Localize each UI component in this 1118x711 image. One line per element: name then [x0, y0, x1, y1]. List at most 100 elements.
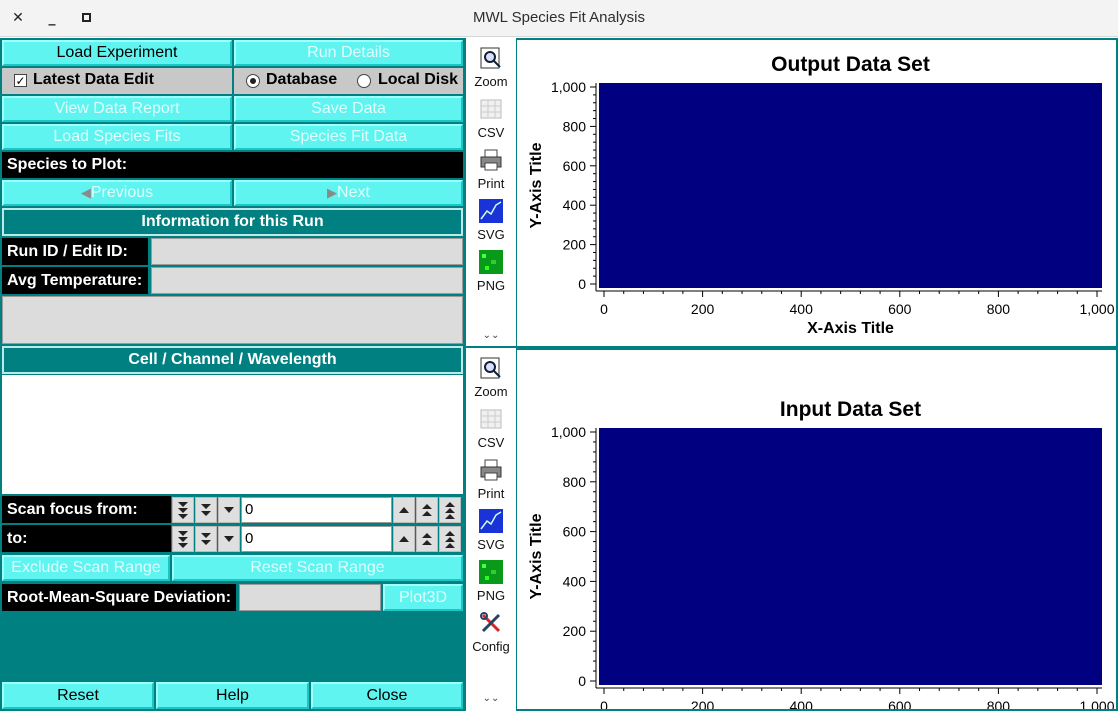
y-tick-label: 400 — [563, 197, 587, 213]
to-medium-decrease-button[interactable] — [195, 526, 217, 552]
chevron-down-icon[interactable]: ⌄⌄ — [466, 330, 516, 341]
config-icon — [480, 612, 501, 633]
print-tool[interactable]: Print — [466, 148, 516, 198]
plot-toolbar-bottom: Zoom CSV Print SVG PNG Config ⌄⌄ — [466, 348, 516, 711]
control-panel: Load Experiment Run Details ✓ Latest Dat… — [0, 38, 466, 711]
y-tick-label: 1,000 — [551, 424, 586, 440]
species-fit-data-button[interactable]: Species Fit Data — [234, 124, 463, 150]
png-tool[interactable]: PNG — [466, 560, 516, 610]
window-title: MWL Species Fit Analysis — [473, 9, 645, 26]
main-area: Load Experiment Run Details ✓ Latest Dat… — [0, 38, 1118, 711]
csv-tool[interactable]: CSV — [466, 407, 516, 457]
reset-scan-range-button[interactable]: Reset Scan Range — [172, 555, 463, 581]
cell-channel-list[interactable] — [2, 375, 463, 494]
scan-focus-from-input[interactable]: 0 — [241, 497, 392, 523]
plot-toolbar-top: Zoom CSV Print SVG PNG ⌄⌄ — [466, 38, 516, 346]
latest-data-edit-checkbox[interactable]: ✓ Latest Data Edit — [2, 68, 232, 94]
output-plot-panel: Output Data Set 0 200 400 600 800 1,000 0 200 400… — [517, 40, 1116, 346]
close-button[interactable]: Close — [311, 682, 463, 709]
to-fast-increase-button[interactable] — [439, 526, 461, 552]
load-experiment-button[interactable]: Load Experiment — [2, 40, 232, 66]
y-tick-label: 600 — [563, 524, 587, 540]
save-data-button[interactable]: Save Data — [234, 96, 463, 122]
exclude-scan-range-button[interactable]: Exclude Scan Range — [2, 555, 170, 581]
from-fast-increase-button[interactable] — [439, 497, 461, 523]
from-decrease-button[interactable] — [218, 497, 240, 523]
x-tick-label: 200 — [691, 698, 715, 709]
x-tick-label: 0 — [600, 301, 608, 317]
chart-title: Output Data Set — [771, 53, 930, 76]
y-tick-label: 0 — [578, 673, 586, 689]
plot3d-button[interactable]: Plot3D — [383, 584, 463, 611]
previous-label: Previous — [90, 184, 154, 201]
y-axis-title: Y-Axis Title — [528, 513, 545, 599]
reset-button[interactable]: Reset — [2, 682, 154, 709]
x-tick-label: 400 — [790, 698, 814, 709]
y-tick-label: 400 — [563, 573, 587, 589]
avg-temperature-field — [151, 267, 463, 294]
from-increase-button[interactable] — [393, 497, 415, 523]
to-medium-increase-button[interactable] — [416, 526, 438, 552]
scan-focus-to-input[interactable]: 0 — [241, 526, 392, 552]
scan-focus-from-label: Scan focus from: — [2, 496, 171, 523]
svg-tool[interactable]: SVG — [466, 199, 516, 249]
png-tool[interactable]: PNG — [466, 250, 516, 300]
species-to-plot-label: Species to Plot: — [2, 152, 463, 178]
y-tick-label: 0 — [578, 276, 586, 292]
to-fast-decrease-button[interactable] — [172, 526, 194, 552]
run-id-field — [151, 238, 463, 265]
zoom-icon — [480, 47, 501, 69]
database-radio[interactable] — [246, 74, 260, 88]
local-disk-radio[interactable] — [357, 74, 371, 88]
y-axis-title: Y-Axis Title — [528, 142, 545, 228]
input-plot-svg[interactable]: Input Data Set 0 200 400 600 800 1,000 0 200 400 6… — [517, 350, 1116, 711]
local-disk-label: Local Disk — [378, 71, 459, 88]
input-plot-panel: Input Data Set 0 200 400 600 800 1,000 0 200 400 6… — [517, 350, 1116, 711]
next-button[interactable]: ▶Next — [234, 180, 463, 206]
from-fast-decrease-button[interactable] — [172, 497, 194, 523]
triple-up-icon — [445, 502, 455, 519]
previous-button[interactable]: ◀Previous — [2, 180, 232, 206]
rmsd-label: Root-Mean-Square Deviation: — [2, 584, 236, 611]
printer-icon — [480, 459, 502, 481]
from-medium-increase-button[interactable] — [416, 497, 438, 523]
help-button[interactable]: Help — [156, 682, 309, 709]
x-tick-label: 600 — [888, 301, 912, 317]
arrow-left-icon: ◀ — [80, 185, 91, 200]
run-details-button[interactable]: Run Details — [234, 40, 463, 66]
zoom-tool[interactable]: Zoom — [466, 356, 516, 406]
y-tick-label: 200 — [563, 237, 587, 253]
triple-up-icon — [445, 531, 455, 548]
output-plot-svg[interactable]: Output Data Set 0 200 400 600 800 1,000 0 200 400… — [517, 40, 1116, 346]
from-medium-decrease-button[interactable] — [195, 497, 217, 523]
x-tick-label: 600 — [888, 698, 912, 709]
scan-focus-to-label: to: — [2, 525, 171, 552]
print-tool[interactable]: Print — [466, 458, 516, 508]
info-header: Information for this Run — [2, 208, 463, 236]
png-export-icon — [479, 250, 503, 274]
x-tick-label: 1,000 — [1079, 301, 1114, 317]
arrow-right-icon: ▶ — [327, 185, 338, 200]
y-tick-label: 800 — [563, 118, 587, 134]
plot-area — [599, 428, 1102, 685]
chevron-down-icon[interactable]: ⌄⌄ — [466, 693, 516, 704]
database-label: Database — [266, 71, 338, 88]
chart-title: Input Data Set — [780, 398, 921, 421]
to-decrease-button[interactable] — [218, 526, 240, 552]
run-id-label: Run ID / Edit ID: — [2, 238, 148, 265]
config-tool[interactable]: Config — [466, 611, 516, 661]
x-tick-label: 200 — [691, 301, 715, 317]
zoom-icon — [480, 357, 501, 379]
x-axis-title: X-Axis Title — [807, 320, 894, 337]
down-icon — [224, 536, 234, 542]
double-up-icon — [422, 504, 432, 516]
svg-tool[interactable]: SVG — [466, 509, 516, 559]
x-tick-label: 400 — [790, 301, 814, 317]
to-increase-button[interactable] — [393, 526, 415, 552]
csv-tool[interactable]: CSV — [466, 97, 516, 147]
load-species-fits-button[interactable]: Load Species Fits — [2, 124, 232, 150]
printer-icon — [480, 149, 502, 171]
source-radio-group: Database Local Disk — [234, 68, 463, 94]
view-data-report-button[interactable]: View Data Report — [2, 96, 232, 122]
zoom-tool[interactable]: Zoom — [466, 46, 516, 96]
